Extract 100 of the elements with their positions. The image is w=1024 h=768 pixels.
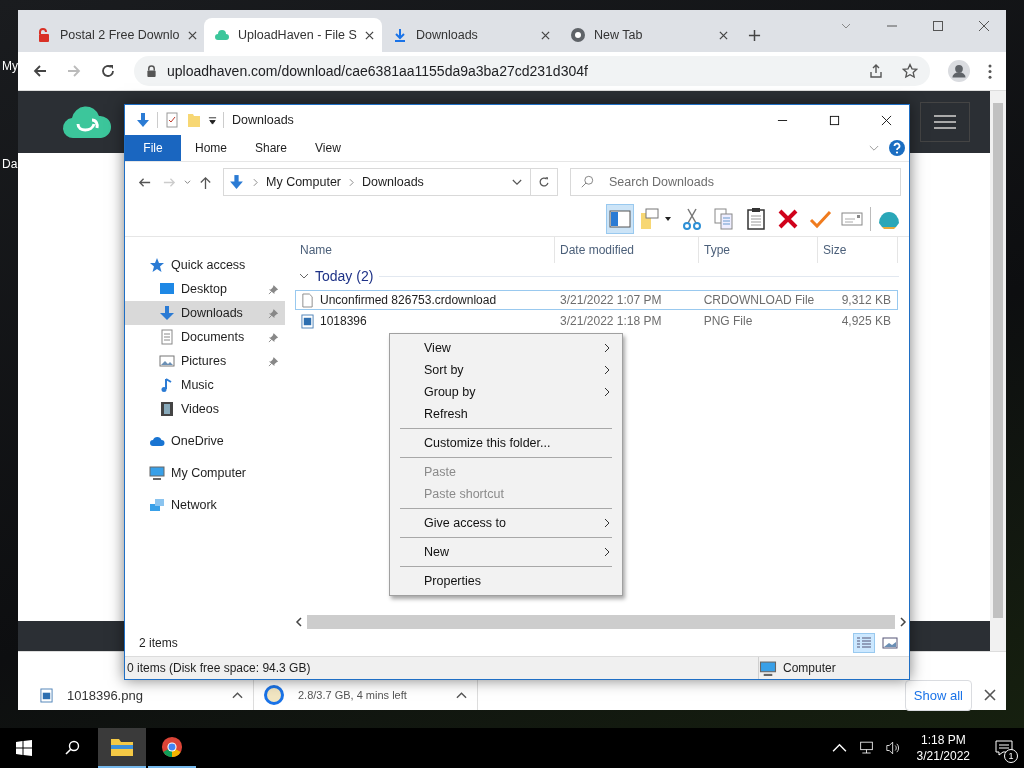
clock[interactable]: 1:18 PM 3/21/2022 xyxy=(906,732,980,764)
browser-tab[interactable]: Postal 2 Free Downlo xyxy=(26,18,204,52)
nav-item[interactable]: Desktop xyxy=(125,277,285,301)
download-icon xyxy=(392,27,408,43)
menu-item[interactable]: Properties xyxy=(390,570,622,592)
up-icon[interactable] xyxy=(198,174,213,190)
browser-tab[interactable]: New Tab xyxy=(560,18,738,52)
scroll-left-icon[interactable] xyxy=(295,617,303,627)
properties-icon[interactable] xyxy=(164,112,180,128)
browser-tab[interactable]: UploadHaven - File S xyxy=(204,18,382,52)
clipboard-icon xyxy=(744,207,768,231)
volume-icon[interactable] xyxy=(885,741,901,755)
column-header[interactable]: Size xyxy=(818,237,898,263)
browser-icon xyxy=(160,736,184,758)
nav-item[interactable]: Quick access xyxy=(125,253,285,277)
download-icon[interactable] xyxy=(135,112,151,128)
table-cell-text: 3/21/2022 1:18 PM xyxy=(559,314,663,328)
search-field[interactable]: Search Downloads xyxy=(570,168,901,196)
windows-logo-icon xyxy=(16,740,32,756)
close-icon[interactable] xyxy=(364,30,374,40)
notifications-button[interactable]: 1 xyxy=(984,728,1024,768)
file-icon xyxy=(301,292,314,308)
chevron-up-icon[interactable] xyxy=(831,741,847,755)
refresh-button[interactable] xyxy=(530,168,558,196)
menu-item[interactable]: Refresh xyxy=(390,403,622,425)
close-icon[interactable] xyxy=(978,20,990,32)
breadcrumb[interactable]: My Computer xyxy=(266,175,342,189)
nav-item[interactable]: Downloads xyxy=(125,301,285,325)
close-icon[interactable] xyxy=(719,30,728,40)
pin-icon[interactable] xyxy=(268,331,279,343)
nav-item[interactable]: Pictures xyxy=(125,349,285,373)
caret-icon[interactable] xyxy=(232,691,243,699)
help-icon[interactable] xyxy=(889,140,905,156)
notification-badge: 1 xyxy=(1004,749,1018,763)
maximize-icon[interactable] xyxy=(932,20,944,32)
ribbon-tab[interactable]: Home xyxy=(181,135,241,161)
menu-icon[interactable] xyxy=(988,63,992,79)
nav-item[interactable]: Documents xyxy=(125,325,285,349)
share-icon[interactable] xyxy=(868,63,884,79)
chevron-icon xyxy=(299,271,309,281)
nav-item[interactable]: OneDrive xyxy=(125,429,285,453)
back-icon[interactable] xyxy=(32,63,48,79)
breadcrumb[interactable]: Downloads xyxy=(362,175,424,189)
recent-locations-icon[interactable] xyxy=(183,178,192,186)
table-cell-text: 9,312 KB xyxy=(840,293,892,307)
ribbon-tab[interactable]: View xyxy=(301,135,355,161)
menu-item[interactable]: New xyxy=(390,541,622,563)
column-header[interactable]: Type xyxy=(699,237,818,263)
group-header[interactable]: Today (2) xyxy=(295,263,909,289)
column-header[interactable]: Name xyxy=(295,237,555,263)
close-icon[interactable] xyxy=(187,30,197,40)
scrollbar[interactable] xyxy=(990,91,1006,651)
scroll-right-icon[interactable] xyxy=(899,617,907,627)
close-icon xyxy=(880,114,892,126)
address-bar[interactable]: My Computer Downloads xyxy=(223,168,531,196)
menu-item[interactable]: Group by xyxy=(390,381,622,403)
chevron-icon xyxy=(349,177,355,187)
ribbon-tab[interactable]: Share xyxy=(241,135,302,161)
nav-item[interactable]: Videos xyxy=(125,397,285,421)
column-header[interactable]: Date modified xyxy=(555,237,699,263)
computer-icon xyxy=(149,465,165,481)
network-icon[interactable] xyxy=(858,741,874,755)
dropdown-icon[interactable] xyxy=(208,115,217,125)
lock-icon xyxy=(146,64,157,78)
download-name[interactable]: 1018396.png xyxy=(67,687,218,703)
computer-icon xyxy=(759,660,777,676)
star-icon[interactable] xyxy=(902,63,918,79)
image-file-icon xyxy=(301,313,314,329)
new-tab-icon[interactable] xyxy=(748,29,761,42)
file-row[interactable]: Unconfirmed 826753.crdownload 3/21/2022 1:07 PM CRDOWNLOAD File 9,312 KB xyxy=(295,290,898,310)
nav-item[interactable]: My Computer xyxy=(125,461,285,485)
window-title: Downloads xyxy=(232,113,294,127)
lock-icon xyxy=(36,27,52,43)
browser-tab[interactable]: Downloads xyxy=(382,18,560,52)
taskbar-app[interactable] xyxy=(98,728,146,768)
scrollbar[interactable] xyxy=(295,614,907,630)
preview-pane-button[interactable] xyxy=(606,204,634,234)
close-icon[interactable] xyxy=(541,30,550,40)
address-bar[interactable]: uploadhaven.com/download/cae6381aa1155da9a3ba27cd231d304f xyxy=(134,56,930,86)
menu-item[interactable]: Give access to xyxy=(390,512,622,534)
menu-item[interactable]: Customize this folder... xyxy=(390,432,622,454)
document-icon xyxy=(159,329,175,345)
dropdown-icon[interactable] xyxy=(512,178,522,186)
menu-item[interactable]: View xyxy=(390,337,622,359)
globe-icon xyxy=(570,27,586,43)
nav-item[interactable]: Music xyxy=(125,373,285,397)
caret-icon[interactable] xyxy=(456,691,467,699)
file-tab[interactable]: File xyxy=(125,135,181,161)
file-row[interactable]: 1018396 3/21/2022 1:18 PM PNG File 4,925 KB xyxy=(295,311,898,331)
reload-icon[interactable] xyxy=(100,63,116,79)
nav-item[interactable]: Network xyxy=(125,493,285,517)
profile-icon[interactable] xyxy=(948,60,970,82)
menu-item[interactable]: Sort by xyxy=(390,359,622,381)
menu-button[interactable] xyxy=(920,102,970,142)
scissors-icon xyxy=(680,207,704,231)
pin-icon[interactable] xyxy=(268,283,279,295)
show-all-button[interactable]: Show all xyxy=(904,679,972,711)
close-icon[interactable] xyxy=(984,689,996,701)
pin-icon[interactable] xyxy=(268,355,279,367)
star-icon xyxy=(149,257,165,273)
